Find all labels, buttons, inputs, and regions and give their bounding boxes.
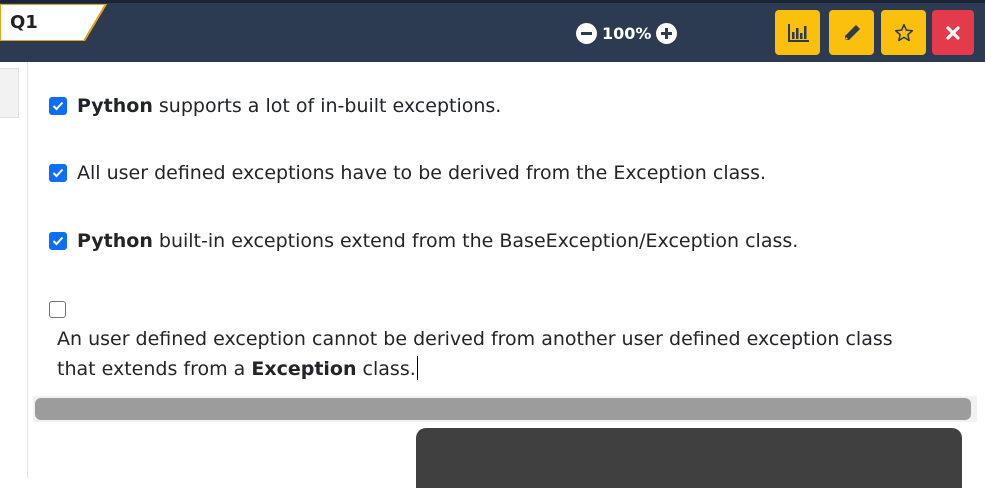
stats-button[interactable]: [775, 10, 820, 55]
left-panel-tab[interactable]: [0, 68, 19, 118]
zoom-in-button[interactable]: [656, 22, 678, 44]
minus-icon: [581, 31, 592, 35]
edit-button[interactable]: [829, 10, 874, 55]
text-cursor: [416, 356, 418, 380]
pencil-icon: [844, 24, 860, 40]
bottom-dark-panel: [416, 428, 962, 488]
option-2-checkbox[interactable]: [49, 164, 67, 182]
option-4-bold: Exception: [251, 358, 357, 380]
option-4-checkbox[interactable]: [49, 301, 66, 318]
zoom-level: 100%: [602, 23, 652, 43]
option-1-checkbox[interactable]: [49, 97, 67, 115]
option-4-text-after: class.: [356, 358, 416, 380]
option-1-text: Python supports a lot of in-built except…: [77, 95, 501, 117]
option-3-bold: Python: [77, 230, 153, 252]
option-3-rest: built-in exceptions extend from the Base…: [152, 230, 799, 252]
toolbar-top-border: [0, 0, 985, 3]
option-4-text-before: An user defined exception cannot be deri…: [57, 328, 893, 380]
option-3-checkbox[interactable]: [49, 232, 67, 250]
favorite-button[interactable]: [881, 10, 926, 55]
left-panel-edge: [0, 62, 28, 478]
option-4-text[interactable]: An user defined exception cannot be deri…: [57, 324, 937, 384]
horizontal-scrollbar-thumb[interactable]: [35, 398, 971, 420]
check-icon: [52, 236, 64, 246]
option-1-bold: Python: [77, 95, 153, 117]
question-tab[interactable]: Q1: [0, 4, 120, 41]
close-icon: [946, 25, 960, 40]
check-icon: [52, 168, 64, 178]
option-1-rest: supports a lot of in-built exceptions.: [152, 95, 502, 117]
plus-icon-v: [665, 27, 669, 39]
option-3-text: Python built-in exceptions extend from t…: [77, 230, 798, 252]
zoom-out-button[interactable]: [576, 22, 597, 44]
option-2: All user defined exceptions have to be d…: [49, 162, 766, 184]
close-button[interactable]: [932, 10, 974, 55]
check-icon: [52, 101, 64, 111]
option-1: Python supports a lot of in-built except…: [49, 95, 501, 117]
bar-chart-icon: [787, 23, 809, 42]
option-4: [49, 301, 76, 318]
zoom-control: 100%: [576, 21, 678, 45]
top-toolbar: Q1 100%: [0, 0, 985, 62]
star-icon: [894, 23, 913, 41]
option-3: Python built-in exceptions extend from t…: [49, 230, 798, 252]
question-tab-label: Q1: [10, 12, 38, 33]
option-2-text: All user defined exceptions have to be d…: [77, 162, 767, 184]
